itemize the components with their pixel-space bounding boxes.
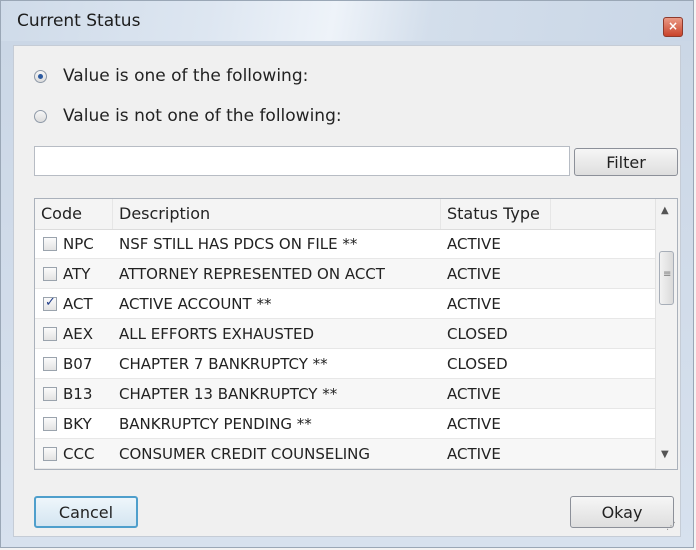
table-row[interactable]: BKY BANKRUPTCY PENDING ** ACTIVE [35,409,655,439]
cell-code: AEX [63,325,94,343]
column-header-description[interactable]: Description [113,199,441,229]
close-button[interactable]: × [663,17,683,37]
row-checkbox[interactable] [43,327,57,341]
cell-status-type: ACTIVE [447,295,501,313]
scroll-grip-icon: ≡ [663,269,672,280]
row-checkbox[interactable] [43,267,57,281]
row-checkbox[interactable] [43,387,57,401]
cell-status-type: CLOSED [447,355,508,373]
filter-button[interactable]: Filter [574,148,678,176]
radio-is-not-one-of[interactable]: Value is not one of the following: [34,104,342,128]
row-checkbox[interactable] [43,357,57,371]
cell-code: NPC [63,235,94,253]
row-checkbox[interactable] [43,237,57,251]
radio-is-one-of[interactable]: Value is one of the following: [34,64,308,88]
row-checkbox[interactable] [43,295,57,311]
cell-code: ATY [63,265,91,283]
cell-description: CHAPTER 13 BANKRUPTCY ** [119,385,338,403]
dialog-title: Current Status [17,11,141,31]
table-row[interactable]: CCC CONSUMER CREDIT COUNSELING ACTIVE [35,439,655,469]
table-row[interactable]: B13 CHAPTER 13 BANKRUPTCY ** ACTIVE [35,379,655,409]
table-row[interactable]: ACT ACTIVE ACCOUNT ** ACTIVE [35,289,655,319]
table-row[interactable]: ATY ATTORNEY REPRESENTED ON ACCT ACTIVE [35,259,655,289]
okay-button-label: Okay [601,502,643,522]
cell-description: CONSUMER CREDIT COUNSELING [119,445,370,463]
cancel-button-label: Cancel [58,502,114,522]
cell-description: CHAPTER 7 BANKRUPTCY ** [119,355,328,373]
vertical-scrollbar[interactable]: ▲ ≡ ▼ [655,199,677,469]
filter-input[interactable] [34,146,570,176]
cell-code: BKY [63,415,92,433]
grid-header: Code Description Status Type [35,199,655,230]
cell-description: ACTIVE ACCOUNT ** [119,295,272,313]
cell-code: CCC [63,445,95,463]
title-bar[interactable]: Current Status × [1,1,693,41]
radio-button-checked[interactable] [34,69,47,83]
chevron-down-icon[interactable]: ▼ [661,449,669,460]
scrollbar-thumb[interactable]: ≡ [659,251,674,305]
okay-button[interactable]: Okay [570,496,674,528]
column-header-empty [551,199,655,229]
dialog-body: Value is one of the following: Value is … [13,45,681,537]
cell-description: NSF STILL HAS PDCS ON FILE ** [119,235,358,253]
cell-description: BANKRUPTCY PENDING ** [119,415,312,433]
row-checkbox[interactable] [43,447,57,461]
table-row[interactable]: NPC NSF STILL HAS PDCS ON FILE ** ACTIVE [35,229,655,259]
table-row[interactable]: AEX ALL EFFORTS EXHAUSTED CLOSED [35,319,655,349]
cell-description: ALL EFFORTS EXHAUSTED [119,325,315,343]
cell-code: ACT [63,295,93,313]
close-icon: × [667,19,679,33]
cell-status-type: ACTIVE [447,265,501,283]
cell-status-type: ACTIVE [447,235,501,253]
cell-status-type: ACTIVE [447,445,501,463]
column-header-code[interactable]: Code [35,199,113,229]
cell-description: ATTORNEY REPRESENTED ON ACCT [119,265,385,283]
cell-status-type: ACTIVE [447,385,501,403]
cell-status-type: CLOSED [447,325,508,343]
current-status-dialog: Current Status × Value is one of the fol… [0,0,694,548]
status-grid: Code Description Status Type NPC NSF STIL… [34,198,678,470]
cell-status-type: ACTIVE [447,415,501,433]
radio-label-is-not-one-of: Value is not one of the following: [63,106,342,126]
cell-code: B07 [63,355,93,373]
cell-code: B13 [63,385,93,403]
cancel-button[interactable]: Cancel [34,496,138,528]
table-row[interactable]: B07 CHAPTER 7 BANKRUPTCY ** CLOSED [35,349,655,379]
radio-label-is-one-of: Value is one of the following: [63,66,309,86]
radio-button-unchecked[interactable] [34,109,47,123]
size-grip-icon[interactable]: ⋰ [666,521,676,532]
column-header-status-type[interactable]: Status Type [441,199,551,229]
row-checkbox[interactable] [43,417,57,431]
chevron-up-icon[interactable]: ▲ [661,205,669,216]
filter-button-label: Filter [606,152,646,172]
